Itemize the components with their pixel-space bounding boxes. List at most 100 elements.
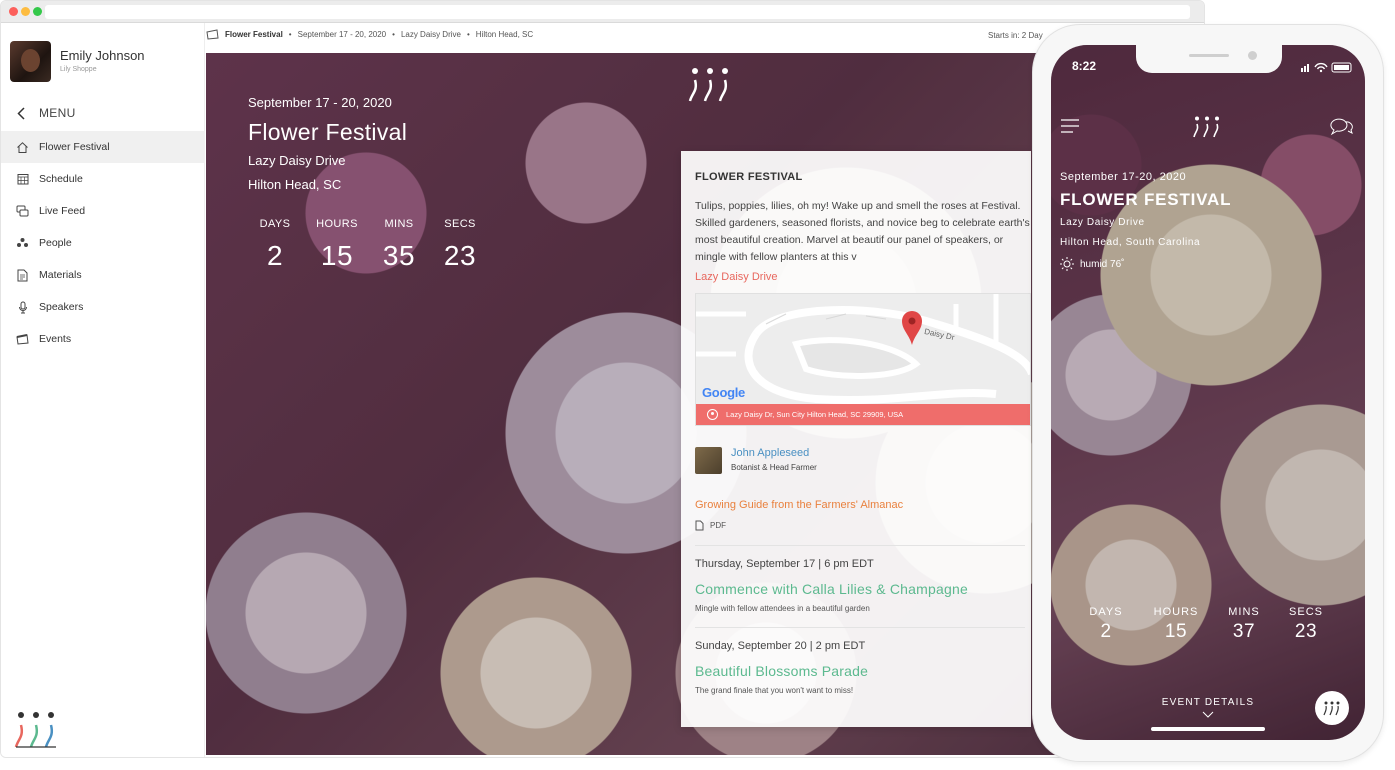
address-bar[interactable]: [45, 5, 1190, 19]
countdown-value: 37: [1232, 621, 1256, 642]
countdown-label: MINS: [1228, 606, 1260, 618]
countdown-value: 23: [443, 240, 477, 271]
countdown-value: 35: [382, 240, 416, 271]
events-icon: [16, 333, 29, 346]
chevron-down-icon: [1202, 711, 1214, 718]
location-icon: [707, 409, 718, 420]
event-breadcrumb: Flower Festival • September 17 - 20, 202…: [206, 29, 533, 40]
speaker-role: Botanist & Head Farmer: [731, 463, 817, 472]
sidebar: Emily Johnson Lily Shoppe MENU Flower Fe…: [1, 23, 205, 757]
document-icon: [16, 269, 29, 282]
google-logo: Google: [702, 385, 745, 400]
speaker-avatar[interactable]: [695, 447, 722, 474]
sidebar-item-label: Speakers: [39, 301, 84, 313]
hero-logo: [688, 67, 732, 108]
event-subtitle: Mingle with fellow attendees in a beauti…: [695, 604, 870, 613]
sidebar-item-materials[interactable]: Materials: [1, 259, 205, 291]
sidebar-item-events[interactable]: Events: [1, 323, 205, 355]
hero-date: September 17 - 20, 2020: [248, 95, 392, 110]
material-type: PDF: [695, 520, 726, 531]
countdown-value: 23: [1294, 621, 1318, 642]
countdown-label: HOURS: [316, 218, 358, 230]
breadcrumb-dates: September 17 - 20, 2020: [297, 30, 387, 39]
event-description: Tulips, poppies, lilies, oh my! Wake up …: [695, 200, 1030, 263]
weather: humid 76˚: [1060, 257, 1124, 271]
document-icon: [695, 520, 704, 531]
event-title[interactable]: Commence with Calla Lilies & Champagne: [695, 581, 968, 597]
chat-icon: [1330, 118, 1353, 136]
countdown-value: 2: [266, 240, 284, 271]
panel-title: FLOWER FESTIVAL: [695, 171, 803, 183]
maximize-window-button[interactable]: [33, 7, 42, 16]
phone-screen: 8:22 September 17-20, 2020 FLOWER FESTIV…: [1051, 45, 1365, 740]
hero-city: Hilton Head, SC: [248, 177, 342, 192]
starts-in-label: Starts in: 2 Day: [988, 31, 1043, 40]
event-subtitle: The grand finale that you won't want to …: [695, 686, 854, 695]
breadcrumb-separator: •: [392, 30, 395, 39]
weather-text: humid 76˚: [1080, 258, 1125, 270]
material-link[interactable]: Growing Guide from the Farmers' Almanac: [695, 499, 903, 511]
sidebar-nav: Flower Festival Schedule Live Feed Peopl…: [1, 131, 205, 355]
event-title[interactable]: Beautiful Blossoms Parade: [695, 663, 868, 679]
material-type-label: PDF: [710, 521, 726, 530]
event-date: Thursday, September 17 | 6 pm EDT: [695, 558, 874, 570]
breadcrumb-street: Lazy Daisy Drive: [400, 30, 461, 39]
app-logo-icon: [14, 712, 56, 748]
sidebar-item-speakers[interactable]: Speakers: [1, 291, 205, 323]
phone-countdown-mins: MINS 37: [1219, 606, 1269, 643]
sidebar-item-people[interactable]: People: [1, 227, 205, 259]
location-map[interactable]: Daisy Dr Google Lazy Daisy Dr, Sun City …: [695, 293, 1031, 426]
map-pin-icon: [902, 311, 922, 345]
close-window-button[interactable]: [9, 7, 18, 16]
breadcrumb-city: Hilton Head, SC: [475, 30, 534, 39]
front-camera: [1248, 51, 1257, 60]
logo-icon: [1193, 116, 1219, 138]
sidebar-item-label: Flower Festival: [39, 141, 110, 153]
countdown-label: DAYS: [1089, 606, 1123, 618]
countdown-label: HOURS: [1153, 606, 1199, 618]
sidebar-item-label: Schedule: [39, 173, 83, 185]
app-fab-button[interactable]: [1315, 691, 1349, 725]
status-time: 8:22: [1072, 59, 1097, 73]
countdown-label: SECS: [1289, 606, 1323, 618]
countdown-secs: SECS 23: [433, 218, 487, 272]
phone-mockup: 8:22 September 17-20, 2020 FLOWER FESTIV…: [1032, 24, 1384, 762]
home-indicator[interactable]: [1151, 727, 1265, 731]
hero-title: Flower Festival: [248, 119, 408, 145]
phone-logo: [1193, 116, 1221, 143]
phone-countdown-hours: HOURS 15: [1146, 606, 1206, 643]
sidebar-item-schedule[interactable]: Schedule: [1, 163, 205, 195]
user-avatar[interactable]: [10, 41, 51, 82]
hamburger-menu-button[interactable]: [1061, 119, 1079, 138]
countdown-value: 15: [320, 240, 354, 271]
speaker-name[interactable]: John Appleseed: [731, 447, 809, 459]
location-link[interactable]: Lazy Daisy Drive: [695, 271, 778, 283]
status-icons: [1301, 60, 1355, 78]
sidebar-item-label: People: [39, 237, 72, 249]
sun-icon: [1060, 257, 1074, 271]
browser-window: Emily Johnson Lily Shoppe MENU Flower Fe…: [0, 0, 1205, 758]
browser-titlebar: [1, 1, 1204, 23]
phone-countdown-days: DAYS 2: [1081, 606, 1131, 643]
logo-icon: [1323, 701, 1340, 715]
chat-button[interactable]: [1329, 118, 1353, 141]
sidebar-item-live-feed[interactable]: Live Feed: [1, 195, 205, 227]
minimize-window-button[interactable]: [21, 7, 30, 16]
breadcrumb-separator: •: [288, 30, 292, 39]
breadcrumb-separator: •: [466, 30, 470, 39]
hero-street: Lazy Daisy Drive: [248, 153, 346, 168]
google-logo-text: Google: [702, 385, 745, 400]
map-address-bar[interactable]: Lazy Daisy Dr, Sun City Hilton Head, SC …: [696, 404, 1030, 425]
ticket-icon: [206, 29, 219, 40]
app-logo[interactable]: [14, 711, 58, 754]
menu-icon: [1061, 119, 1079, 133]
speaker-grille: [1189, 54, 1229, 57]
sidebar-item-flower-festival[interactable]: Flower Festival: [1, 131, 205, 163]
event-date: Sunday, September 20 | 2 pm EDT: [695, 640, 866, 652]
sidebar-item-label: Materials: [39, 269, 82, 281]
signal-wifi-battery-icon: [1301, 62, 1352, 73]
menu-toggle[interactable]: MENU: [17, 105, 76, 121]
feed-icon: [16, 205, 29, 218]
countdown-label: MINS: [384, 218, 414, 230]
people-icon: [16, 237, 29, 250]
